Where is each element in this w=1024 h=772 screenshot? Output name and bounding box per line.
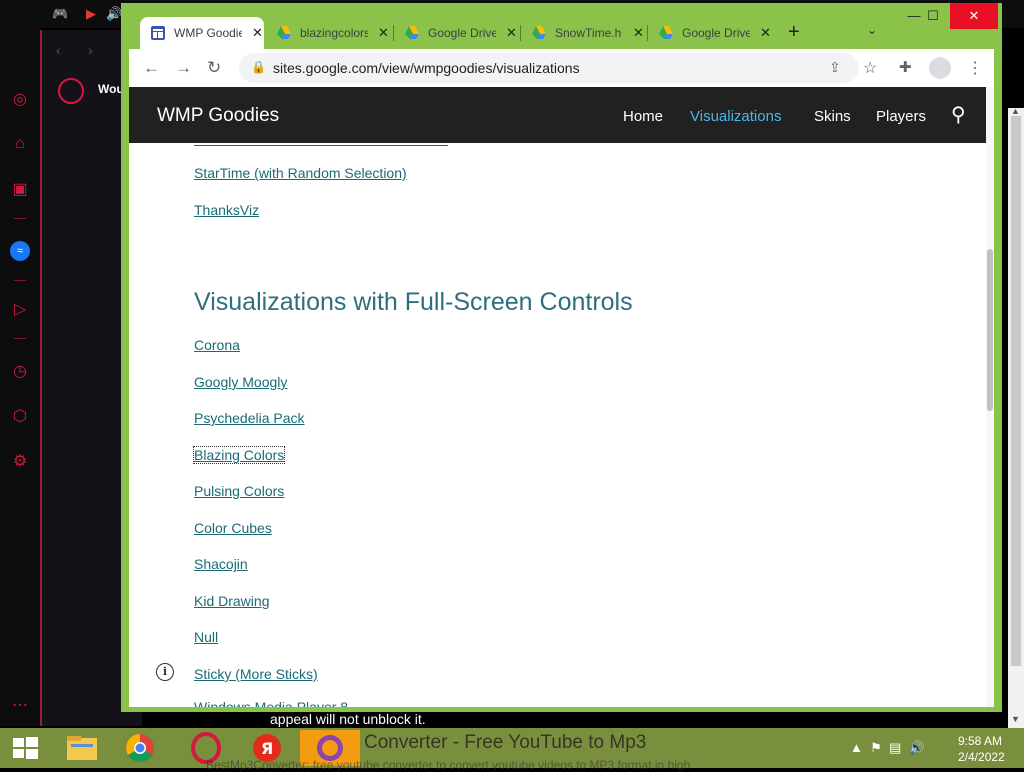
menu-icon[interactable]: ⋮ [967, 58, 983, 78]
close-icon[interactable]: ✕ [378, 25, 389, 41]
close-icon[interactable]: ✕ [252, 25, 263, 41]
url-text[interactable]: sites.google.com/view/wmpgoodies/visuali… [273, 60, 580, 76]
section-heading: Visualizations with Full-Screen Controls [194, 288, 633, 316]
tab-title: Google Drive [682, 26, 750, 40]
google-drive-icon [277, 26, 291, 39]
google-drive-icon [405, 26, 419, 39]
browser-toolbar: ← → ↻ 🔒 sites.google.com/view/wmpgoodies… [129, 49, 994, 87]
nav-skins[interactable]: Skins [814, 108, 851, 125]
close-icon[interactable]: ✕ [506, 25, 517, 41]
back-icon[interactable]: ← [143, 58, 160, 78]
share-icon[interactable]: ⇪ [829, 59, 841, 76]
tab-snowtime[interactable]: SnowTime.h ✕ [521, 17, 645, 49]
sidebar-divider [14, 280, 26, 281]
site-title[interactable]: WMP Goodies [157, 105, 279, 127]
link-thanksviz[interactable]: ThanksViz [194, 202, 259, 218]
link-kid-drawing[interactable]: Kid Drawing [194, 593, 269, 609]
taskbar: Я Converter - Free YouTube to Mp3 BestMp… [0, 728, 1024, 772]
messenger-icon[interactable]: ≈ [10, 241, 30, 261]
scroll-down-icon[interactable]: ▼ [1011, 714, 1020, 724]
settings-icon[interactable]: ⚙ [10, 452, 30, 472]
page-viewport: WMP Goodies Home Visualizations Skins Pl… [129, 87, 994, 707]
maximize-button[interactable]: ☐ [918, 3, 948, 29]
link-sticky[interactable]: Sticky (More Sticks) [194, 666, 318, 682]
nav-home[interactable]: Home [623, 108, 663, 125]
search-icon[interactable]: ⚲ [951, 102, 966, 127]
lock-icon[interactable]: 🔒 [251, 60, 266, 74]
close-icon[interactable]: ✕ [633, 25, 644, 41]
history-icon[interactable]: ◷ [10, 362, 30, 382]
forward-icon[interactable]: › [88, 42, 93, 58]
scrollbar-thumb[interactable] [987, 249, 993, 411]
chrome-taskbar-icon[interactable] [112, 730, 168, 766]
sidebar-divider [14, 218, 26, 219]
system-tray-icons[interactable]: ▲ ⚑ ▤ 🔊 [850, 740, 925, 756]
profile-avatar[interactable] [929, 57, 951, 79]
tab-title: blazingcolors [300, 26, 368, 40]
extensions-icon[interactable]: ✚ [899, 58, 912, 76]
link-pulsing-colors[interactable]: Pulsing Colors [194, 483, 284, 499]
nav-players[interactable]: Players [876, 108, 926, 125]
tab-wmp-goodies[interactable]: WMP Goodies ✕ [140, 17, 264, 49]
scroll-up-icon[interactable]: ▲ [1011, 106, 1020, 116]
google-drive-icon [532, 26, 546, 39]
link-windows-media-player-8[interactable]: Windows Media Player 8 [194, 699, 348, 707]
caption-text: appeal will not unblock it. [270, 711, 426, 727]
twitch-icon[interactable]: ▣ [10, 180, 30, 200]
page-scrollbar[interactable] [986, 87, 994, 707]
scrollbar-thumb[interactable] [1011, 116, 1021, 666]
opera-sidebar: ◎ ⌂ ▣ ≈ ▷ ◷ ⬡ ⚙ ⋯ [0, 0, 40, 726]
info-icon[interactable]: i [156, 663, 174, 681]
close-icon[interactable]: ✕ [760, 25, 771, 41]
background-scrollbar[interactable]: ▲ ▼ [1008, 106, 1024, 728]
link-blazing-colors[interactable]: Blazing Colors [192, 446, 286, 464]
sidebar-divider [14, 338, 26, 339]
new-tab-button[interactable]: + [788, 21, 800, 44]
speed-dial-icon[interactable]: ◎ [10, 90, 30, 110]
player-icon[interactable]: ▷ [10, 300, 30, 320]
shopping-bag-icon[interactable]: ⌂ [10, 134, 30, 154]
tab-title: SnowTime.h [555, 26, 622, 40]
reload-icon[interactable]: ↻ [207, 58, 221, 78]
windows-start-icon[interactable] [0, 728, 50, 768]
link-startime[interactable]: StarTime (with Random Selection) [194, 165, 407, 181]
link-shacojin[interactable]: Shacojin [194, 556, 248, 572]
cube-icon[interactable]: ⬡ [10, 407, 30, 427]
speaker-icon[interactable]: 🔊 [106, 6, 122, 22]
link-corona[interactable]: Corona [194, 337, 240, 353]
link-psychedelia-pack[interactable]: Psychedelia Pack [194, 410, 305, 426]
clock-time[interactable]: 9:58 AM [958, 734, 1002, 748]
cut-off-link[interactable] [194, 135, 448, 146]
address-bar[interactable]: 🔒 sites.google.com/view/wmpgoodies/visua… [239, 53, 877, 83]
file-explorer-icon[interactable] [55, 730, 111, 766]
tab-title: WMP Goodies [174, 26, 242, 40]
tab-search-icon[interactable]: ⌄ [867, 23, 877, 37]
link-null[interactable]: Null [194, 629, 218, 645]
tab-google-drive-2[interactable]: Google Drive ✕ [648, 17, 772, 49]
forward-icon[interactable]: → [175, 58, 192, 78]
bookmark-star-icon[interactable]: ☆ [863, 58, 877, 78]
youtube-icon[interactable]: ▶ [86, 6, 96, 22]
window-close-button[interactable]: ✕ [950, 3, 998, 29]
opera-logo-icon[interactable] [58, 78, 84, 104]
clock-date[interactable]: 2/4/2022 [958, 750, 1005, 764]
tab-google-drive[interactable]: Google Drive ✕ [394, 17, 518, 49]
link-color-cubes[interactable]: Color Cubes [194, 520, 272, 536]
more-icon[interactable]: ⋯ [10, 696, 30, 716]
page-content: StarTime (with Random Selection) ThanksV… [129, 143, 986, 707]
nav-visualizations[interactable]: Visualizations [690, 108, 781, 125]
svg-text:Я: Я [261, 739, 273, 758]
chrome-window: WMP Goodies ✕ blazingcolors ✕ Google Dri… [121, 3, 1002, 712]
gamepad-icon[interactable]: 🎮 [52, 6, 68, 22]
google-sites-icon [151, 26, 165, 40]
back-icon[interactable]: ‹ [56, 42, 61, 58]
google-drive-icon [659, 26, 673, 39]
background-video-subtitle: BestMp3Converter: free youtube converter… [206, 758, 691, 772]
tab-strip: WMP Goodies ✕ blazingcolors ✕ Google Dri… [121, 3, 1002, 49]
speed-dial-label[interactable]: Wou [98, 82, 124, 96]
tab-blazingcolors[interactable]: blazingcolors ✕ [266, 17, 390, 49]
tab-title: Google Drive [428, 26, 496, 40]
link-googly-moogly[interactable]: Googly Moogly [194, 374, 287, 390]
background-video-title: Converter - Free YouTube to Mp3 [364, 732, 647, 753]
